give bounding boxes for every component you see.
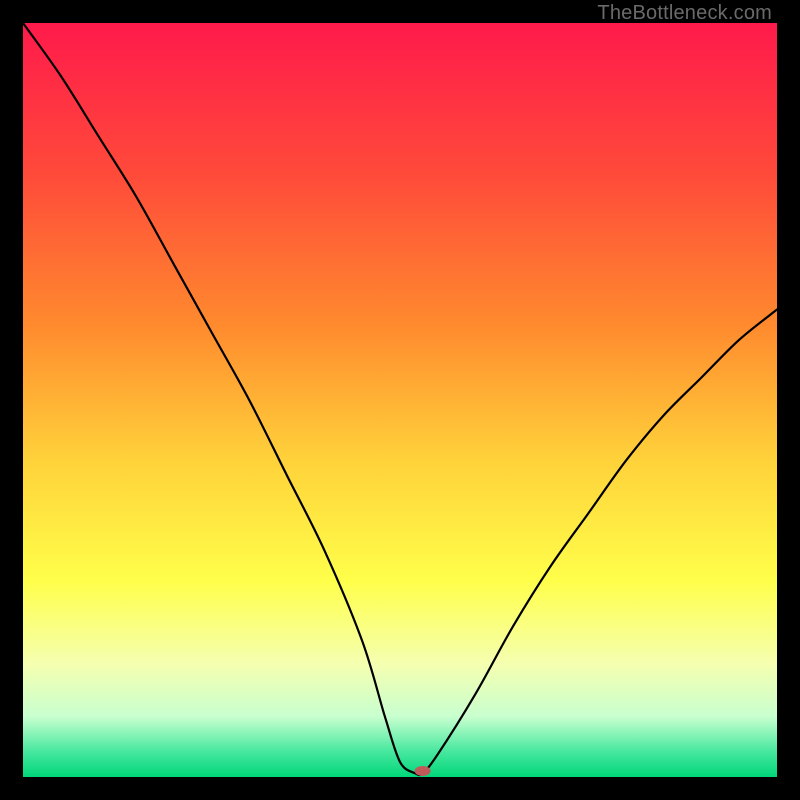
- bottleneck-chart: [23, 23, 777, 777]
- optimal-point-marker: [415, 766, 431, 776]
- gradient-background: [23, 23, 777, 777]
- chart-frame: [23, 23, 777, 777]
- watermark-text: TheBottleneck.com: [597, 2, 772, 25]
